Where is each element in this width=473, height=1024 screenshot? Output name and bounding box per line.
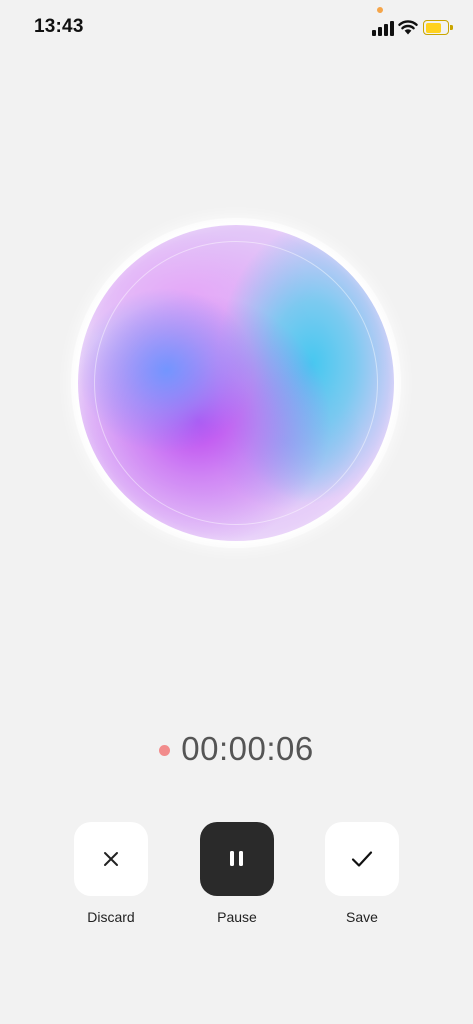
discard-label: Discard	[87, 909, 135, 925]
status-time: 13:43	[34, 16, 84, 37]
save-button[interactable]	[325, 822, 399, 896]
pause-icon	[200, 822, 274, 896]
orb-inner-ring	[94, 241, 378, 525]
pause-label: Pause	[217, 909, 257, 925]
microphone-in-use-indicator	[377, 7, 383, 13]
battery-icon	[423, 20, 453, 35]
cellular-signal-icon	[372, 20, 394, 36]
battery-level-fill	[425, 22, 442, 33]
elapsed-time: 00:00:06	[181, 730, 314, 767]
discard-button[interactable]	[74, 822, 148, 896]
save-label: Save	[346, 909, 378, 925]
wifi-icon	[398, 20, 418, 35]
close-icon	[104, 852, 118, 866]
checkmark-icon	[351, 851, 373, 867]
pause-button[interactable]	[200, 822, 274, 896]
recording-indicator-dot	[159, 744, 171, 756]
recording-timer: 00:00:06	[0, 726, 473, 772]
